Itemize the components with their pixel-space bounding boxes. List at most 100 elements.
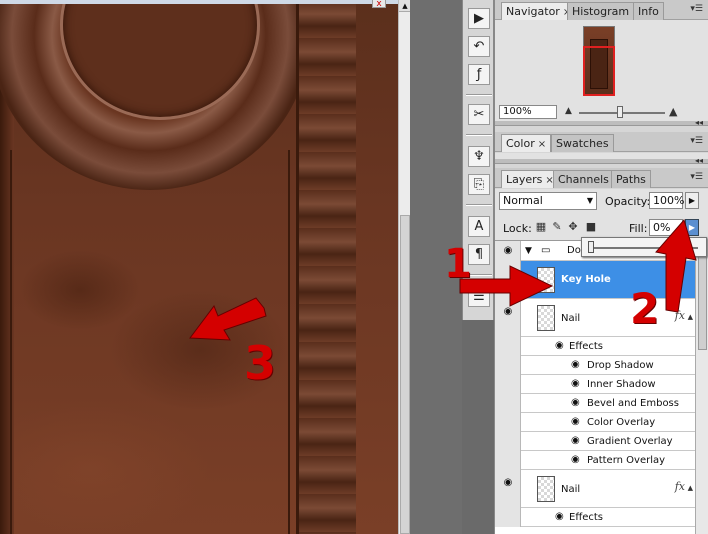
- effect-eye-icon[interactable]: ◉: [571, 455, 580, 465]
- actions-play-icon[interactable]: ▶: [468, 8, 490, 29]
- tab-close-icon[interactable]: ×: [538, 139, 546, 150]
- eye-column: [495, 451, 521, 470]
- visibility-eye-icon[interactable]: ◉: [501, 246, 515, 256]
- tab-color[interactable]: Color ×: [501, 134, 552, 152]
- effect-name: Inner Shadow: [587, 379, 656, 390]
- tab-paths-label: Paths: [616, 173, 646, 186]
- tab-navigator[interactable]: Navigator×: [501, 2, 577, 20]
- tab-paths[interactable]: Paths: [611, 170, 651, 188]
- effect-eye-icon[interactable]: ◉: [571, 417, 580, 427]
- panel-menu-icon[interactable]: ▾☰: [690, 137, 703, 146]
- expand-effects-icon[interactable]: ▲: [688, 484, 693, 492]
- character-icon[interactable]: A: [468, 216, 490, 237]
- color-tab-bar: Color × Swatches ▾☰: [495, 132, 708, 152]
- layers-panel-strip: ◂◂: [495, 156, 708, 165]
- effects-eye-icon[interactable]: ◉: [555, 341, 564, 351]
- canvas-scroll-thumb[interactable]: [400, 215, 410, 534]
- document-canvas[interactable]: [0, 0, 398, 534]
- toolstrip-divider: [466, 204, 492, 206]
- layer-row[interactable]: ◉ Nail fx ▲: [495, 470, 695, 508]
- effect-row[interactable]: ◉ Pattern Overlay: [495, 451, 695, 470]
- effect-name: Pattern Overlay: [587, 455, 666, 466]
- document-close-button[interactable]: x: [372, 0, 386, 9]
- effect-name: Gradient Overlay: [587, 436, 673, 447]
- blend-mode-select[interactable]: Normal ▼: [499, 192, 597, 210]
- lock-position-icon[interactable]: ✥: [567, 220, 579, 233]
- expand-effects-icon[interactable]: ▲: [688, 313, 693, 321]
- tool-presets-icon[interactable]: ✂: [468, 104, 490, 125]
- tab-navigator-label: Navigator: [506, 5, 560, 18]
- eye-column: [495, 432, 521, 451]
- effect-eye-icon[interactable]: ◉: [571, 398, 580, 408]
- effect-eye-icon[interactable]: ◉: [571, 436, 580, 446]
- tab-histogram[interactable]: Histogram: [567, 2, 635, 20]
- fill-slider-knob[interactable]: [588, 241, 594, 253]
- lock-label: Lock:: [503, 222, 532, 235]
- layer-name: Key Hole: [561, 274, 611, 285]
- blend-mode-value: Normal: [503, 194, 543, 207]
- effect-row[interactable]: ◉ Gradient Overlay: [495, 432, 695, 451]
- ornate-border-strip: [296, 0, 356, 534]
- navigator-view-box[interactable]: [583, 46, 615, 96]
- tab-layers-label: Layers: [506, 173, 543, 186]
- collapse-icon[interactable]: ◂◂: [695, 156, 703, 165]
- color-panel-strip: ◂◂: [495, 118, 708, 127]
- eye-column: [495, 470, 521, 508]
- tab-info[interactable]: Info: [633, 2, 664, 20]
- opacity-slider-button[interactable]: ▶: [685, 192, 699, 209]
- layer-name: Nail: [561, 484, 581, 495]
- collapse-icon[interactable]: ◂◂: [695, 118, 703, 127]
- eye-column: [495, 337, 521, 356]
- effect-name: Bevel and Emboss: [587, 398, 679, 409]
- effects-label: Effects: [569, 512, 603, 523]
- effects-label: Effects: [569, 341, 603, 352]
- panel-menu-icon[interactable]: ▾☰: [690, 5, 703, 14]
- navigator-zoom-field[interactable]: 100%: [499, 105, 557, 119]
- annotation-arrow-two: [655, 218, 697, 313]
- opacity-field[interactable]: 100%: [649, 192, 684, 209]
- chevron-down-icon: ▼: [586, 196, 593, 205]
- lock-image-pixels-icon[interactable]: ✎: [551, 220, 563, 233]
- effect-eye-icon[interactable]: ◉: [571, 360, 580, 370]
- clone-source-icon[interactable]: ⎘: [468, 174, 490, 195]
- eye-column: [495, 375, 521, 394]
- lock-transparency-icon[interactable]: ▦: [535, 220, 547, 233]
- effects-eye-icon[interactable]: ◉: [555, 512, 564, 522]
- effect-row[interactable]: ◉ Bevel and Emboss: [495, 394, 695, 413]
- eye-column: [495, 413, 521, 432]
- eye-column: [495, 394, 521, 413]
- tab-histogram-label: Histogram: [572, 5, 630, 18]
- navigator-body: 100% ▲ ▲: [495, 20, 708, 121]
- effects-header-row[interactable]: ◉ Effects: [495, 508, 695, 527]
- tab-swatches[interactable]: Swatches: [551, 134, 614, 152]
- navigator-tab-bar: Navigator× Histogram Info ▾☰: [495, 0, 708, 20]
- effect-row[interactable]: ◉ Color Overlay: [495, 413, 695, 432]
- lock-all-icon[interactable]: ■: [585, 220, 597, 233]
- tab-channels[interactable]: Channels: [553, 170, 614, 188]
- toolstrip-divider: [466, 94, 492, 96]
- layers-tab-bar: Layers × Channels Paths ▾☰: [495, 168, 708, 188]
- eye-column: [495, 356, 521, 375]
- tab-layers[interactable]: Layers ×: [501, 170, 559, 188]
- opacity-label: Opacity:: [605, 195, 651, 208]
- annotation-arrow-three: [189, 297, 267, 341]
- annotation-arrow-one: [459, 265, 554, 307]
- zoom-in-icon[interactable]: ▲: [669, 105, 677, 118]
- zoom-out-icon[interactable]: ▲: [565, 106, 572, 116]
- fx-icon[interactable]: fx: [675, 480, 685, 493]
- effect-eye-icon[interactable]: ◉: [571, 379, 580, 389]
- effects-header-row[interactable]: ◉ Effects: [495, 337, 695, 356]
- effect-row[interactable]: ◉ Drop Shadow: [495, 356, 695, 375]
- history-icon[interactable]: ↶: [468, 36, 490, 57]
- canvas-vertical-scrollbar[interactable]: ▲: [398, 0, 411, 534]
- styles-fx-icon[interactable]: ƒ: [468, 64, 490, 85]
- visibility-eye-icon[interactable]: ◉: [501, 478, 515, 488]
- document-titlebar: [0, 0, 398, 4]
- layer-name: Nail: [561, 313, 581, 324]
- panel-menu-icon[interactable]: ▾☰: [690, 173, 703, 182]
- effect-row[interactable]: ◉ Inner Shadow: [495, 375, 695, 394]
- disclosure-triangle-icon[interactable]: ▼: [525, 245, 532, 257]
- tab-info-label: Info: [638, 5, 659, 18]
- navigator-zoom-slider-knob[interactable]: [617, 106, 623, 118]
- brushes-icon[interactable]: ♆: [468, 146, 490, 167]
